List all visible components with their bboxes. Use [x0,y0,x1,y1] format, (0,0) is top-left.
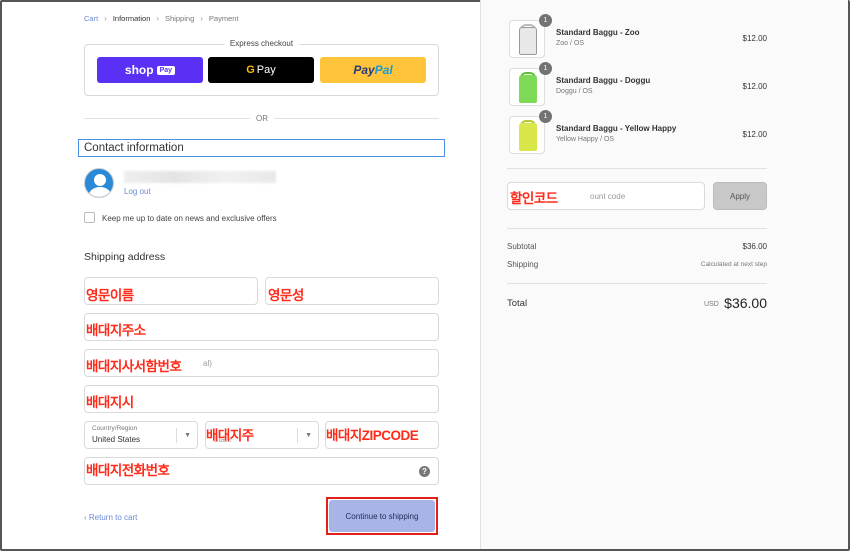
city-annotation: 배대지시 [86,395,135,411]
newsletter-checkbox[interactable] [84,212,95,223]
total-value: $36.00 [724,295,767,311]
product-name: Standard Baggu - Zoo [556,28,640,37]
continue-to-shipping-button[interactable]: Continue to shipping [329,500,435,532]
blurred-email [124,171,276,183]
express-checkout: Express checkout shop Pay G Pay Pay Pal [84,39,439,96]
or-text: OR [250,114,274,123]
product-variant: Doggu / OS [556,88,593,95]
google-pay-button[interactable]: G Pay [208,57,314,83]
shop-pay-button[interactable]: shop Pay [97,57,203,83]
checkout-main: Cart › Information › Shipping › Payment … [0,0,480,551]
summary-divider [507,228,767,229]
product-variant: Yellow Happy / OS [556,136,615,143]
newsletter-label: Keep me up to date on news and exclusive… [102,214,277,223]
shipping-value: Calculated at next step [700,261,767,268]
shipping-label: Shipping [507,260,539,269]
product-name: Standard Baggu - Doggu [556,76,651,85]
breadcrumb-shipping: Shipping [165,14,195,23]
google-g-icon: G [246,64,255,76]
country-label: Country/Region [92,425,138,432]
summary-divider [507,168,767,169]
contact-information-title: Contact information [78,139,445,157]
paypal-button[interactable]: Pay Pal [320,57,426,83]
breadcrumb-information: Information [112,14,151,23]
total-currency: USD [704,301,719,308]
subtotal-label: Subtotal [507,242,537,251]
chevron-down-icon: ▼ [305,432,312,439]
bag-icon [519,75,537,103]
product-price: $12.00 [742,82,767,91]
bag-icon [519,27,537,55]
product-thumbnail [509,20,545,58]
apartment-annotation: 배대지사서함번호 [86,359,182,375]
subtotal-value: $36.00 [742,242,767,251]
shop-pay-tag: Pay [156,65,176,75]
last-name-annotation: 영문성 [268,288,305,304]
country-value: United States [92,435,141,444]
shipping-address-title: Shipping address [84,251,166,263]
product-item: 1 Standard Baggu - Zoo Zoo / OS $12.00 [509,14,767,64]
city-field[interactable] [84,385,439,413]
help-icon[interactable]: ? [419,466,430,477]
breadcrumb: Cart › Information › Shipping › Payment [84,14,239,23]
discount-annotation: 할인코드 [510,191,559,207]
chevron-right-icon: › [156,14,160,23]
product-variant: Zoo / OS [556,40,585,47]
state-annotation: 배대지주 [206,428,255,444]
breadcrumb-payment: Payment [208,14,239,23]
apartment-placeholder: al) [203,359,212,368]
quantity-badge: 1 [539,62,552,75]
phone-annotation: 배대지전화번호 [86,463,171,479]
product-item: 1 Standard Baggu - Doggu Doggu / OS $12.… [509,62,767,112]
product-name: Standard Baggu - Yellow Happy [556,124,677,133]
first-name-annotation: 영문이름 [86,288,135,304]
google-pay-label: Pay [256,64,276,76]
product-thumbnail [509,116,545,154]
select-divider [176,428,177,443]
summary-divider [507,283,767,284]
product-item: 1 Standard Baggu - Yellow Happy Yellow H… [509,110,767,160]
chevron-down-icon: ▼ [184,432,191,439]
avatar-body [89,187,111,197]
express-checkout-title: Express checkout [223,39,300,48]
select-divider [297,428,298,443]
breadcrumb-cart[interactable]: Cart [84,14,98,23]
total-label: Total [507,298,528,309]
product-price: $12.00 [742,34,767,43]
product-thumbnail [509,68,545,106]
avatar-head [94,174,106,186]
chevron-right-icon: › [104,14,107,23]
product-price: $12.00 [742,130,767,139]
shop-pay-label: shop [124,63,154,77]
address-annotation: 배대지주소 [86,323,147,339]
quantity-badge: 1 [539,14,552,27]
bag-icon [519,123,537,151]
discount-placeholder: ount code [590,192,626,201]
avatar [84,168,114,198]
paypal-label-a: Pay [353,63,375,77]
zip-annotation: 배대지ZIPCODE [326,428,419,444]
logout-link[interactable]: Log out [124,187,151,196]
paypal-label-b: Pal [374,63,393,77]
quantity-badge: 1 [539,110,552,123]
apply-button[interactable]: Apply [713,182,767,210]
return-to-cart-link[interactable]: ‹ Return to cart [84,513,137,522]
chevron-right-icon: › [200,14,203,23]
country-select[interactable]: Country/Region United States ▼ [84,421,198,449]
